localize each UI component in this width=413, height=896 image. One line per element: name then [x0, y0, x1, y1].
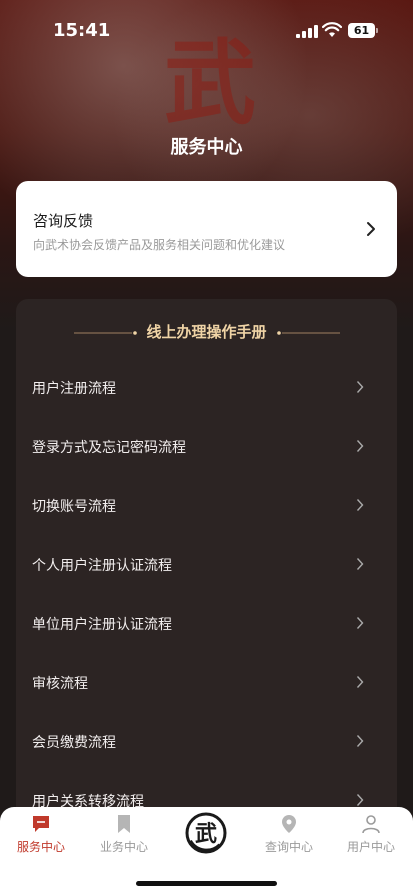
list-item-label: 单位用户注册认证流程: [32, 617, 172, 633]
tab-user-center[interactable]: 用户中心: [330, 807, 412, 857]
location-pin-icon: [282, 815, 296, 833]
tab-query-center[interactable]: 查询中心: [248, 807, 330, 857]
manual-item-switch-account[interactable]: 切换账号流程: [16, 476, 397, 535]
tab-label: 服务中心: [16, 840, 65, 854]
manual-card: 线上办理操作手册 用户注册流程 登录方式及忘记密码流程 切换账号流程 个人用户注…: [16, 299, 397, 839]
manual-item-personal-verification[interactable]: 个人用户注册认证流程: [16, 535, 397, 594]
chevron-right-icon: [356, 558, 364, 570]
list-item-label: 审核流程: [32, 676, 88, 692]
list-item-label: 个人用户注册认证流程: [32, 558, 172, 574]
decorative-line-right: [277, 331, 340, 335]
consult-subtitle: 向武术协会反馈产品及服务相关问题和优化建议: [33, 238, 286, 252]
status-bar: 15:41 61: [0, 0, 413, 54]
chevron-right-icon: [356, 499, 364, 511]
user-icon: [362, 815, 380, 834]
chevron-right-icon: [356, 735, 364, 747]
tab-label: 查询中心: [264, 840, 313, 854]
tab-label: 用户中心: [346, 840, 395, 854]
list-item-label: 用户注册流程: [32, 381, 116, 397]
list-item-label: 切换账号流程: [32, 499, 116, 515]
manual-item-login-password[interactable]: 登录方式及忘记密码流程: [16, 417, 397, 476]
chevron-right-icon: [356, 617, 364, 629]
consult-title: 咨询反馈: [33, 212, 94, 230]
bookmark-icon: [118, 815, 130, 833]
wifi-icon: [322, 22, 342, 37]
chevron-right-icon: [356, 381, 364, 393]
tab-business-center[interactable]: 业务中心: [83, 807, 165, 857]
chevron-right-icon: [356, 676, 364, 688]
list-item-label: 会员缴费流程: [32, 735, 116, 751]
home-indicator: [136, 881, 277, 886]
center-logo-char: 武: [195, 821, 217, 847]
battery-icon: 61: [348, 23, 375, 38]
status-time: 15:41: [53, 20, 111, 41]
tab-label: 业务中心: [99, 840, 148, 854]
manual-header: 线上办理操作手册: [16, 321, 397, 345]
battery-tip: [376, 28, 378, 33]
page-title: 服务中心: [170, 137, 243, 158]
manual-item-organization-verification[interactable]: 单位用户注册认证流程: [16, 594, 397, 653]
chevron-right-icon: [367, 222, 375, 236]
chevron-right-icon: [356, 794, 364, 806]
message-icon: [33, 816, 49, 832]
manual-item-user-registration[interactable]: 用户注册流程: [16, 358, 397, 417]
chevron-right-icon: [356, 440, 364, 452]
wu-logo-icon[interactable]: 武: [184, 811, 228, 855]
manual-item-membership-payment[interactable]: 会员缴费流程: [16, 712, 397, 771]
list-item-label: 登录方式及忘记密码流程: [32, 440, 186, 456]
tab-service-center[interactable]: 服务中心: [0, 807, 82, 857]
cellular-signal-icon: [296, 25, 318, 38]
consult-feedback-card[interactable]: 咨询反馈 向武术协会反馈产品及服务相关问题和优化建议: [16, 181, 397, 277]
manual-item-review[interactable]: 审核流程: [16, 653, 397, 712]
